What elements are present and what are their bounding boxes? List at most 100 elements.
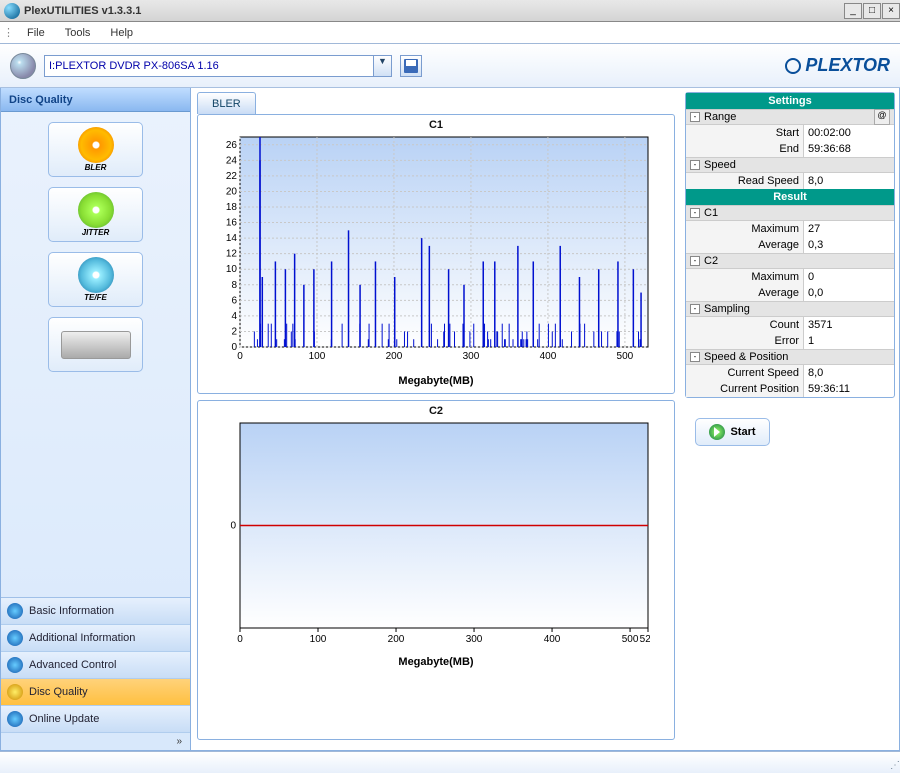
range-options-button[interactable]: @ xyxy=(874,109,890,125)
svg-text:400: 400 xyxy=(544,634,561,645)
svg-text:100: 100 xyxy=(310,634,327,645)
read-speed-value[interactable]: 8,0 xyxy=(804,173,894,189)
plextor-logo-icon xyxy=(785,58,801,74)
tefe-disc-icon xyxy=(78,257,114,293)
settings-heading: Settings xyxy=(686,93,894,109)
result-heading: Result xyxy=(686,189,894,205)
update-icon xyxy=(7,711,23,727)
nav-additional-information[interactable]: Additional Information xyxy=(1,625,190,652)
svg-text:8: 8 xyxy=(231,280,237,291)
menu-help[interactable]: Help xyxy=(100,24,143,42)
start-button[interactable]: Start xyxy=(695,418,770,446)
chart-c2-plot: 0 100 200 300 400 500523 0 xyxy=(210,421,650,646)
collapse-speed-button[interactable]: - xyxy=(690,160,700,170)
bler-disc-icon xyxy=(78,127,114,163)
svg-text:500: 500 xyxy=(622,634,639,645)
chart-c1-xlabel: Megabyte(MB) xyxy=(198,373,674,393)
tab-bler[interactable]: BLER xyxy=(197,92,256,114)
tool-drive-button[interactable] xyxy=(48,317,143,372)
resize-grip-icon[interactable]: ⋰ xyxy=(890,760,898,771)
info-icon xyxy=(7,603,23,619)
info-plus-icon xyxy=(7,630,23,646)
section-c1: -C1 xyxy=(686,205,894,221)
collapse-sampling-button[interactable]: - xyxy=(690,304,700,314)
sidebar: Disc Quality BLER JITTER TE/FE Basic Inf… xyxy=(1,88,191,750)
svg-text:300: 300 xyxy=(463,351,480,362)
menu-file[interactable]: File xyxy=(17,24,55,42)
svg-text:200: 200 xyxy=(386,351,403,362)
sampling-error-value: 1 xyxy=(804,333,894,349)
disc-icon xyxy=(10,53,36,79)
current-speed-value: 8,0 xyxy=(804,365,894,381)
svg-text:0: 0 xyxy=(230,521,236,532)
section-speed: -Speed xyxy=(686,157,894,173)
range-end-value[interactable]: 59:36:68 xyxy=(804,141,894,157)
svg-text:0: 0 xyxy=(237,351,243,362)
svg-text:500: 500 xyxy=(617,351,634,362)
svg-text:14: 14 xyxy=(226,233,238,244)
tool-bler-button[interactable]: BLER xyxy=(48,122,143,177)
right-panel: Settings -Range@ Start00:02:00 End59:36:… xyxy=(681,88,899,750)
nav-basic-information[interactable]: Basic Information xyxy=(1,598,190,625)
save-button[interactable] xyxy=(400,55,422,77)
svg-text:100: 100 xyxy=(309,351,326,362)
chart-c2-title: C2 xyxy=(198,401,674,421)
current-position-value: 59:36:11 xyxy=(804,381,894,397)
center-panel: BLER C1 02468101214161820222426010020030… xyxy=(191,88,681,750)
section-range: -Range@ xyxy=(686,109,894,125)
chart-c1: C1 0246810121416182022242601002003004005… xyxy=(197,114,675,394)
section-c2: -C2 xyxy=(686,253,894,269)
tool-tefe-button[interactable]: TE/FE xyxy=(48,252,143,307)
range-start-value[interactable]: 00:02:00 xyxy=(804,125,894,141)
tool-jitter-button[interactable]: JITTER xyxy=(48,187,143,242)
drive-image-icon xyxy=(61,331,131,359)
minimize-button[interactable]: _ xyxy=(844,3,862,19)
c2-avg-value: 0,0 xyxy=(804,285,894,301)
collapse-range-button[interactable]: - xyxy=(690,112,700,122)
svg-text:26: 26 xyxy=(226,140,238,151)
menu-tools[interactable]: Tools xyxy=(55,24,101,42)
svg-text:2: 2 xyxy=(231,326,237,337)
section-speed-position: -Speed & Position xyxy=(686,349,894,365)
sidebar-header: Disc Quality xyxy=(1,88,190,112)
collapse-c1-button[interactable]: - xyxy=(690,208,700,218)
svg-text:4: 4 xyxy=(231,311,237,322)
c2-max-value: 0 xyxy=(804,269,894,285)
svg-text:16: 16 xyxy=(226,218,238,229)
svg-text:12: 12 xyxy=(226,249,238,260)
sampling-count-value: 3571 xyxy=(804,317,894,333)
gear-icon xyxy=(7,657,23,673)
nav-online-update[interactable]: Online Update xyxy=(1,706,190,733)
svg-text:300: 300 xyxy=(466,634,483,645)
drive-dropdown-button[interactable]: ▼ xyxy=(374,55,392,77)
svg-text:200: 200 xyxy=(388,634,405,645)
nav-disc-quality[interactable]: Disc Quality xyxy=(1,679,190,706)
tool-strip: I:PLEXTOR DVDR PX-806SA 1.16 ▼ PLEXTOR xyxy=(0,44,900,88)
jitter-disc-icon xyxy=(78,192,114,228)
main-area: Disc Quality BLER JITTER TE/FE Basic Inf… xyxy=(0,88,900,751)
maximize-button[interactable]: □ xyxy=(863,3,881,19)
title-bar: PlexUTILITIES v1.3.3.1 _ □ × xyxy=(0,0,900,22)
nav-advanced-control[interactable]: Advanced Control xyxy=(1,652,190,679)
collapse-c2-button[interactable]: - xyxy=(690,256,700,266)
svg-text:22: 22 xyxy=(226,171,238,182)
collapse-sp-button[interactable]: - xyxy=(690,352,700,362)
svg-text:24: 24 xyxy=(226,155,238,166)
close-button[interactable]: × xyxy=(882,3,900,19)
play-icon xyxy=(709,424,725,440)
brand-logo: PLEXTOR xyxy=(785,55,890,76)
svg-text:10: 10 xyxy=(226,264,238,275)
c1-avg-value: 0,3 xyxy=(804,237,894,253)
drive-select-value: I:PLEXTOR DVDR PX-806SA 1.16 xyxy=(49,60,219,72)
chart-c2: C2 01002003004005005230 Megabyte(MB) xyxy=(197,400,675,740)
svg-text:0: 0 xyxy=(237,634,243,645)
svg-text:400: 400 xyxy=(540,351,557,362)
sidebar-collapse-button[interactable]: » xyxy=(1,733,190,750)
chart-c1-title: C1 xyxy=(198,115,674,135)
drive-select[interactable]: I:PLEXTOR DVDR PX-806SA 1.16 xyxy=(44,55,374,77)
quality-icon xyxy=(7,684,23,700)
c1-max-value: 27 xyxy=(804,221,894,237)
status-bar: ⋰ xyxy=(0,751,900,773)
svg-text:523: 523 xyxy=(640,634,650,645)
section-sampling: -Sampling xyxy=(686,301,894,317)
